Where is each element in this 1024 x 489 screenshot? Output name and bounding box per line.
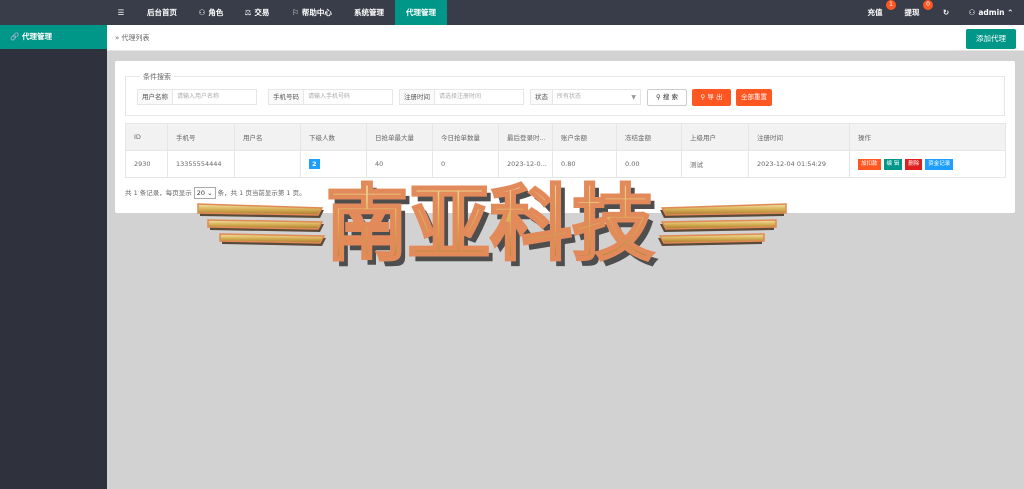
search-button[interactable]: ⚲ 搜 索 bbox=[647, 89, 687, 106]
nav-agent-label: 代理管理 bbox=[406, 8, 436, 17]
col-actions: 操作 bbox=[849, 123, 1006, 151]
username-label: 用户名称 bbox=[138, 90, 173, 104]
breadcrumb: » 代理列表 bbox=[115, 25, 150, 51]
col-daily-max: 日抢单最大量 bbox=[366, 123, 433, 151]
right-wing-icon bbox=[658, 203, 787, 246]
sidebar-item-agent[interactable]: 🔗 代理管理 bbox=[0, 25, 107, 49]
edit-button[interactable]: 编 辑 bbox=[883, 158, 903, 170]
export-button-label: 导 出 bbox=[707, 93, 723, 101]
delete-button[interactable]: 删除 bbox=[905, 158, 923, 170]
logo-area bbox=[0, 0, 107, 25]
nav-help[interactable]: ⚐ 帮助中心 bbox=[284, 0, 340, 25]
link-icon: 🔗 bbox=[10, 32, 20, 41]
recharge-label: 充值 bbox=[867, 8, 883, 17]
status-select[interactable]: 所有状态 bbox=[553, 90, 640, 104]
fund-record-button[interactable]: 资金记录 bbox=[925, 158, 954, 170]
nav-home[interactable]: 后台首页 bbox=[138, 0, 186, 25]
nav-help-label: 帮助中心 bbox=[301, 8, 332, 17]
user-name: admin bbox=[978, 8, 1005, 17]
col-username: 用户名 bbox=[234, 123, 301, 151]
refresh-icon[interactable]: ↻ bbox=[938, 0, 954, 25]
scale-icon: ⚖ bbox=[244, 8, 252, 17]
status-label: 状态 bbox=[531, 90, 553, 104]
nav-system-label: 系统管理 bbox=[354, 8, 384, 17]
withdraw-label: 提现 bbox=[904, 8, 920, 17]
cell-actions: 加扣款编 辑删除 资金记录 bbox=[849, 150, 1006, 178]
user-icon: ⚇ bbox=[198, 8, 206, 17]
col-today-count: 今日抢单数量 bbox=[432, 123, 499, 151]
nav-agent[interactable]: 代理管理 bbox=[395, 0, 447, 25]
adjust-balance-button[interactable]: 加扣款 bbox=[858, 158, 881, 170]
chevron-up-icon: ⌃ bbox=[1007, 8, 1014, 17]
export-icon: ⚲ bbox=[700, 93, 706, 101]
sidebar: 🔗 代理管理 bbox=[0, 25, 107, 489]
table-header-row: ID 手机号 用户名 下级人数 日抢单最大量 今日抢单数量 最后登录时... 账… bbox=[125, 123, 1006, 151]
phone-label: 手机号码 bbox=[269, 90, 304, 104]
col-sub-count: 下级人数 bbox=[300, 123, 367, 151]
sidebar-item-label: 代理管理 bbox=[21, 32, 52, 41]
nav-roles[interactable]: ⚇ 角色 bbox=[190, 0, 232, 25]
nav-trade-label: 交易 bbox=[254, 8, 270, 17]
regtime-field: 注册时间 请选择注册时间 bbox=[399, 89, 524, 105]
pager-prefix: 共 1 条记录，每页显示 bbox=[125, 189, 192, 197]
chevron-down-icon: ▼ bbox=[631, 94, 636, 101]
search-icon: ⚲ bbox=[656, 93, 661, 101]
col-last-login: 最后登录时... bbox=[498, 123, 553, 151]
top-navbar: ☰ 后台首页 ⚇ 角色 ⚖ 交易 ⚐ 帮助中心 系统管理 代理管理 充值 1 提现 0… bbox=[0, 0, 1024, 25]
recharge-badge: 1 bbox=[886, 0, 896, 10]
hamburger-icon[interactable]: ☰ bbox=[113, 0, 129, 25]
col-reg-time: 注册时间 bbox=[748, 123, 850, 151]
export-button[interactable]: ⚲ 导 出 bbox=[692, 89, 731, 106]
nav-trade[interactable]: ⚖ 交易 bbox=[236, 0, 278, 25]
watermark-text: 南亚科技 bbox=[326, 177, 654, 270]
add-agent-button[interactable]: 添加代理 bbox=[966, 29, 1016, 49]
nav-system[interactable]: 系统管理 bbox=[346, 0, 392, 25]
search-button-label: 搜 索 bbox=[662, 93, 678, 101]
nav-roles-label: 角色 bbox=[208, 8, 224, 17]
username-field: 用户名称 请输入用户名称 bbox=[137, 89, 257, 105]
search-legend: 条件搜索 bbox=[140, 72, 174, 82]
search-fieldset: 条件搜索 用户名称 请输入用户名称 手机号码 请输入手机号码 注册时间 请选择注… bbox=[125, 72, 1005, 116]
breadcrumb-label[interactable]: 代理列表 bbox=[122, 34, 150, 42]
phone-input[interactable]: 请输入手机号码 bbox=[304, 90, 392, 104]
breadcrumb-separator: » bbox=[115, 34, 120, 42]
col-id: ID bbox=[125, 123, 168, 151]
user-avatar-icon: ⚇ bbox=[968, 8, 976, 17]
recharge-link[interactable]: 充值 bbox=[862, 0, 888, 25]
col-parent: 上级用户 bbox=[681, 123, 749, 151]
nav-home-label: 后台首页 bbox=[147, 8, 177, 17]
col-balance: 账户余额 bbox=[552, 123, 617, 151]
left-wing-icon bbox=[197, 203, 326, 246]
withdraw-badge: 0 bbox=[923, 0, 933, 10]
phone-field: 手机号码 请输入手机号码 bbox=[268, 89, 393, 105]
username-input[interactable]: 请输入用户名称 bbox=[173, 90, 256, 104]
breadcrumb-bar: » 代理列表 添加代理 bbox=[107, 25, 1024, 51]
regtime-input[interactable]: 请选择注册时间 bbox=[435, 90, 523, 104]
regtime-label: 注册时间 bbox=[400, 90, 435, 104]
col-phone: 手机号 bbox=[167, 123, 235, 151]
user-menu[interactable]: ⚇ admin ⌃ bbox=[966, 0, 1016, 25]
cell-id: 2930 bbox=[125, 150, 168, 178]
status-field: 状态 所有状态 ▼ bbox=[530, 89, 641, 105]
sub-count-badge[interactable]: 2 bbox=[309, 159, 320, 169]
watermark-logo: 南亚科技 南亚科技 bbox=[197, 176, 787, 270]
agent-table: ID 手机号 用户名 下级人数 日抢单最大量 今日抢单数量 最后登录时... 账… bbox=[125, 123, 1006, 178]
reset-button[interactable]: 全部重置 bbox=[736, 89, 772, 106]
withdraw-link[interactable]: 提现 bbox=[899, 0, 925, 25]
col-frozen: 冻结金额 bbox=[616, 123, 682, 151]
flag-icon: ⚐ bbox=[292, 8, 299, 17]
